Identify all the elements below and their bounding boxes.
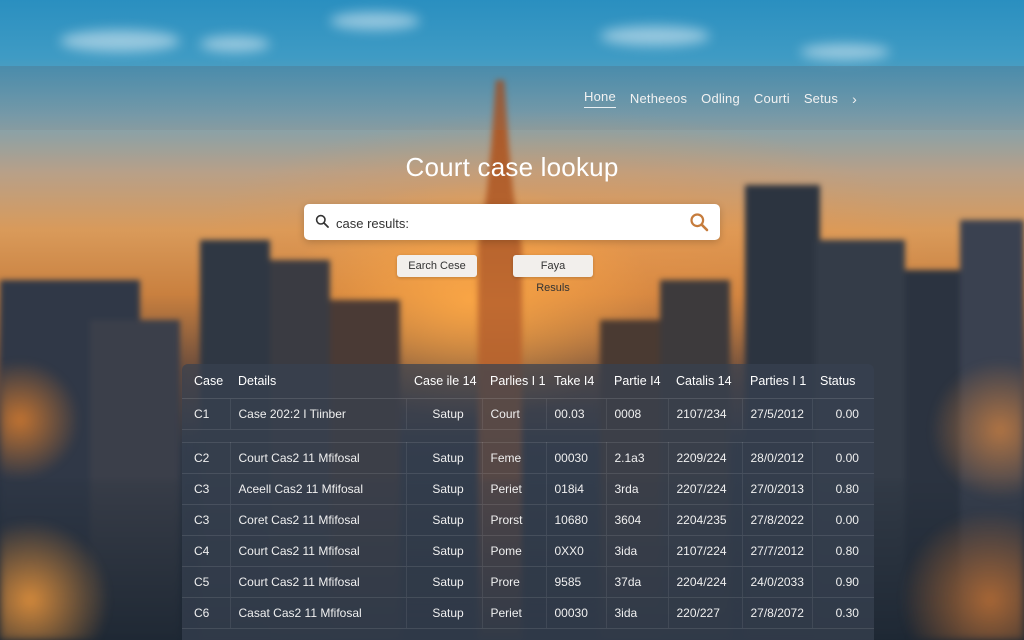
column-header[interactable]: Take I4	[546, 364, 606, 399]
cell: 2.1a3	[605, 442, 668, 474]
table-spacer	[182, 429, 874, 443]
cell: 10680	[545, 504, 606, 536]
cell: Court	[481, 398, 546, 430]
cell: 0XX0	[545, 535, 606, 567]
results-button[interactable]: Faya Resuls	[513, 255, 593, 294]
cell-case: C3	[182, 473, 230, 505]
cell-case: C6	[182, 597, 230, 629]
cell-status: 0.80	[811, 473, 874, 505]
cell-status: 0.30	[811, 597, 874, 629]
results-table: Case Details Case ile 14 Parlies I 1 Tak…	[182, 364, 874, 629]
column-header[interactable]: Partie I4	[606, 364, 668, 399]
header-band	[0, 66, 1024, 130]
cell: Satup	[405, 504, 482, 536]
cell: 3ida	[605, 535, 668, 567]
cell: 00030	[545, 597, 606, 629]
cell-details: Aceell Cas2 11 Mfifosal	[229, 473, 406, 505]
search-icon	[315, 214, 329, 228]
cell: 018i4	[545, 473, 606, 505]
cell-status: 0.90	[811, 566, 874, 598]
cell: 3ida	[605, 597, 668, 629]
nav-item-4[interactable]: Courti	[754, 91, 790, 106]
cell: 2107/224	[667, 535, 742, 567]
cell-case: C1	[182, 398, 230, 430]
table-row[interactable]: C3 Aceell Cas2 11 Mfifosal Satup Periet …	[182, 473, 874, 505]
nav-item-home[interactable]: Hone	[584, 89, 616, 108]
cell: 24/0/2033	[741, 566, 812, 598]
cell: 27/8/2072	[741, 597, 812, 629]
page-title: Court case lookup	[405, 152, 619, 182]
cell-status: 0.00	[811, 442, 874, 474]
cell: Prorst	[481, 504, 546, 536]
cell: Satup	[405, 473, 482, 505]
cell: Satup	[405, 398, 482, 430]
cell-details: Case 202:2 I Tiinber	[229, 398, 406, 430]
cell-status: 0.00	[811, 504, 874, 536]
table-header-row: Case Details Case ile 14 Parlies I 1 Tak…	[182, 364, 874, 399]
cell: 0008	[605, 398, 668, 430]
cell: 37da	[605, 566, 668, 598]
cell: 9585	[545, 566, 606, 598]
cell: 27/5/2012	[741, 398, 812, 430]
table-row[interactable]: C5 Court Cas2 11 Mfifosal Satup Prore 95…	[182, 566, 874, 598]
column-header[interactable]: Parties I 1	[742, 364, 812, 399]
table-row[interactable]: C2 Court Cas2 11 Mfifosal Satup Feme 000…	[182, 442, 874, 474]
nav-item-5[interactable]: Setus	[804, 91, 838, 106]
cell: 3rda	[605, 473, 668, 505]
cell: 2204/224	[667, 566, 742, 598]
search-box	[304, 204, 720, 242]
cell-status: 0.00	[811, 398, 874, 430]
table-row[interactable]: C4 Court Cas2 11 Mfifosal Satup Pome 0XX…	[182, 535, 874, 567]
cell: Feme	[481, 442, 546, 474]
column-header[interactable]: Case	[182, 364, 230, 399]
column-header[interactable]: Details	[230, 364, 406, 399]
cell: 2204/235	[667, 504, 742, 536]
search-case-button[interactable]: Earch Cese	[397, 255, 477, 277]
results-table-panel: Case Details Case ile 14 Parlies I 1 Tak…	[182, 364, 874, 640]
nav-item-3[interactable]: Odling	[701, 91, 740, 106]
column-header[interactable]: Case ile 14	[406, 364, 482, 399]
cell-case: C5	[182, 566, 230, 598]
cell: 220/227	[667, 597, 742, 629]
cell: 2107/234	[667, 398, 742, 430]
cell: 3604	[605, 504, 668, 536]
top-nav: Hone Netheeos Odling Courti Setus ›	[584, 89, 857, 108]
app-window: Hone Netheeos Odling Courti Setus › Cour…	[0, 0, 1024, 640]
cell: 27/0/2013	[741, 473, 812, 505]
cell-details: Court Cas2 11 Mfifosal	[229, 566, 406, 598]
nav-item-2[interactable]: Netheeos	[630, 91, 687, 106]
table-row[interactable]: C1 Case 202:2 I Tiinber Satup Court 00.0…	[182, 398, 874, 430]
cell: 2207/224	[667, 473, 742, 505]
column-header[interactable]: Catalis 14	[668, 364, 742, 399]
cell: Satup	[405, 535, 482, 567]
cell-details: Court Cas2 11 Mfifosal	[229, 442, 406, 474]
cell: Satup	[405, 442, 482, 474]
cell: Periet	[481, 597, 546, 629]
search-submit-icon[interactable]	[689, 212, 709, 232]
search-input[interactable]	[334, 204, 678, 242]
cell: 28/0/2012	[741, 442, 812, 474]
cell-details: Court Cas2 11 Mfifosal	[229, 535, 406, 567]
cell-status: 0.80	[811, 535, 874, 567]
cell: 27/8/2022	[741, 504, 812, 536]
cell-details: Casat Cas2 11 Mfifosal	[229, 597, 406, 629]
cell: 00030	[545, 442, 606, 474]
cell: 00.03	[545, 398, 606, 430]
cell: Satup	[405, 597, 482, 629]
table-row[interactable]: C6 Casat Cas2 11 Mfifosal Satup Periet 0…	[182, 597, 874, 629]
cell: 2209/224	[667, 442, 742, 474]
cell: Prore	[481, 566, 546, 598]
cell: Pome	[481, 535, 546, 567]
cell-details: Coret Cas2 11 Mfifosal	[229, 504, 406, 536]
column-header[interactable]: Parlies I 1	[482, 364, 546, 399]
chevron-right-icon[interactable]: ›	[852, 91, 857, 107]
column-header[interactable]: Status	[812, 364, 874, 399]
cell-case: C2	[182, 442, 230, 474]
cell: Periet	[481, 473, 546, 505]
cell-case: C4	[182, 535, 230, 567]
cell-case: C3	[182, 504, 230, 536]
table-row[interactable]: C3 Coret Cas2 11 Mfifosal Satup Prorst 1…	[182, 504, 874, 536]
cell: 27/7/2012	[741, 535, 812, 567]
cell: Satup	[405, 566, 482, 598]
